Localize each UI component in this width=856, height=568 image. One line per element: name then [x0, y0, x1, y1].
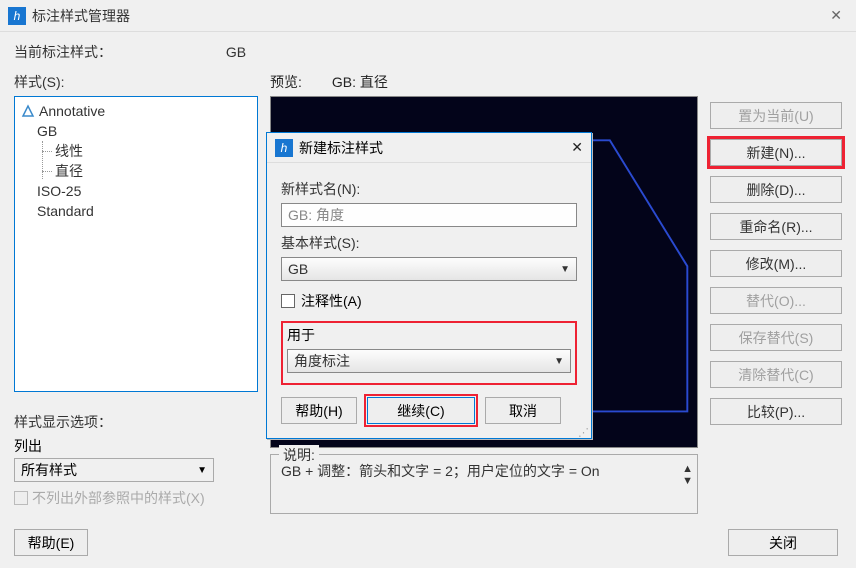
window-title: 标注样式管理器: [32, 6, 824, 26]
dialog-help-button[interactable]: 帮助(H): [281, 397, 357, 424]
base-style-label: 基本样式(S):: [281, 233, 577, 253]
delete-button[interactable]: 删除(D)...: [710, 176, 842, 203]
close-button[interactable]: 关闭: [728, 529, 838, 556]
display-options: 样式显示选项： 列出 所有样式 ▼ 不列出外部参照中的样式(X): [14, 412, 258, 508]
button-column: 置为当前(U) 新建(N)... 删除(D)... 重命名(R)... 修改(M…: [710, 72, 842, 514]
use-for-select[interactable]: 角度标注 ▼: [287, 349, 571, 373]
list-label: 列出: [14, 436, 258, 456]
compare-button[interactable]: 比较(P)...: [710, 398, 842, 425]
rename-button[interactable]: 重命名(R)...: [710, 213, 842, 240]
description-box: 说明: GB + 调整：箭头和文字 = 2；用户定位的文字 = On ▲▼: [270, 454, 698, 514]
tree-item[interactable]: 直径: [55, 161, 251, 181]
base-style-select[interactable]: GB ▼: [281, 257, 577, 281]
new-name-label: 新样式名(N):: [281, 179, 577, 199]
xref-checkbox-label: 不列出外部参照中的样式(X): [32, 488, 205, 508]
dialog-title: 新建标注样式: [299, 138, 571, 158]
use-for-value: 角度标注: [294, 351, 350, 371]
tree-item[interactable]: GB: [21, 123, 57, 139]
styles-tree[interactable]: Annotative GB 线性 直径 ISO-25 Standard: [14, 96, 258, 392]
chevron-down-icon: ▼: [197, 465, 207, 476]
list-filter-select[interactable]: 所有样式 ▼: [14, 458, 214, 482]
checkbox-icon: [281, 294, 295, 308]
new-name-input[interactable]: GB: 角度: [281, 203, 577, 227]
save-override-button[interactable]: 保存替代(S): [710, 324, 842, 351]
xref-checkbox-row[interactable]: 不列出外部参照中的样式(X): [14, 488, 258, 508]
checkbox-icon: [14, 491, 28, 505]
annotative-label: 注释性(A): [301, 291, 362, 311]
use-for-group: 用于 角度标注 ▼: [281, 321, 577, 385]
preview-subtitle: GB: 直径: [332, 72, 388, 92]
clear-override-button[interactable]: 清除替代(C): [710, 361, 842, 388]
app-icon: h: [8, 7, 26, 25]
resize-grip-icon[interactable]: ⋰: [578, 430, 589, 436]
chevron-down-icon: ▼: [560, 264, 570, 275]
annotative-checkbox[interactable]: 注释性(A): [281, 291, 577, 311]
close-icon[interactable]: ✕: [824, 3, 848, 28]
styles-label: 样式(S):: [14, 72, 258, 92]
tree-item[interactable]: Annotative: [39, 101, 105, 121]
scroll-indicator-icon: ▲▼: [682, 463, 693, 487]
override-button[interactable]: 替代(O)...: [710, 287, 842, 314]
use-for-label: 用于: [287, 325, 571, 345]
list-filter-value: 所有样式: [21, 460, 77, 480]
description-legend: 说明:: [279, 445, 319, 465]
set-current-button[interactable]: 置为当前(U): [710, 102, 842, 129]
tree-item[interactable]: ISO-25: [21, 183, 81, 199]
tree-item[interactable]: 线性: [55, 141, 251, 161]
current-style-label: 当前标注样式：: [14, 44, 112, 60]
new-style-dialog: h 新建标注样式 ✕ 新样式名(N): GB: 角度 基本样式(S): GB ▼…: [266, 132, 592, 439]
new-button[interactable]: 新建(N)...: [710, 139, 842, 166]
dialog-close-icon[interactable]: ✕: [571, 139, 583, 156]
base-style-value: GB: [288, 261, 308, 277]
new-name-value: GB: 角度: [288, 205, 344, 225]
current-style-value: GB: [226, 44, 246, 60]
preview-label: 预览:: [270, 72, 302, 92]
dialog-titlebar: h 新建标注样式 ✕: [267, 133, 591, 163]
chevron-down-icon: ▼: [554, 356, 564, 367]
modify-button[interactable]: 修改(M)...: [710, 250, 842, 277]
tree-item[interactable]: Standard: [21, 203, 94, 219]
annotative-icon: [21, 104, 35, 118]
app-icon: h: [275, 139, 293, 157]
titlebar: h 标注样式管理器 ✕: [0, 0, 856, 32]
dialog-continue-button[interactable]: 继续(C): [367, 397, 475, 424]
current-style-row: 当前标注样式： GB: [14, 42, 842, 62]
dialog-cancel-button[interactable]: 取消: [485, 397, 561, 424]
description-text: GB + 调整：箭头和文字 = 2；用户定位的文字 = On: [281, 461, 687, 481]
preview-header: 预览: GB: 直径: [270, 72, 698, 92]
help-button[interactable]: 帮助(E): [14, 529, 88, 556]
display-options-title: 样式显示选项：: [14, 412, 258, 432]
